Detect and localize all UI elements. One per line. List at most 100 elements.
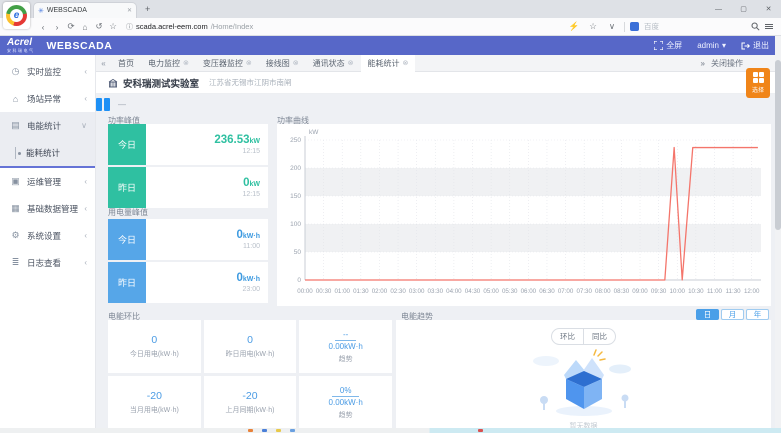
quick-select-button[interactable]: 选择 [746,68,770,98]
chevron-left-icon: ‹ [84,177,87,186]
back-icon[interactable]: ‹ [36,22,50,32]
sidebar-item-log-view[interactable]: ≣日志查看‹ [0,249,95,276]
monitor-icon: ◷ [10,66,21,77]
power_peak-card-今日: 今日236.53kW12:15 [108,124,268,165]
peak-period-badge: 昨日 [108,262,146,303]
sidebar-item-ops-management[interactable]: ▣运维管理‹ [0,168,95,195]
peak-time: 23:00 [242,286,260,293]
sidebar-item-label: 实时监控 [27,66,78,78]
ratio-cell-value: 0 [151,334,157,346]
peak-value-unit: kW [250,138,261,145]
y-tick-label: 50 [294,249,302,256]
ratio-cell-label: 当月用电(kW·h) [130,405,179,415]
tab-close-icon[interactable]: ⊗ [183,59,189,67]
close-button[interactable]: ✕ [756,0,781,18]
ratio-cell: 0%0.00kW·h趋势 [299,376,392,429]
peak-value-area: 236.53kW12:15 [146,124,268,165]
tab-close-icon[interactable]: ✕ [127,7,132,14]
sidebar-item-energy-statistics[interactable]: ▤电能统计∨ [0,112,95,139]
ratio-cell: -20当月用电(kW·h) [108,376,201,429]
energy_peak-card-昨日: 昨日0kW·h23:00 [108,262,268,303]
peak-value: 236.53kW [214,134,260,147]
forward-icon[interactable]: › [50,22,64,32]
url-field[interactable]: ⓘ scada.acrel-eem.com /Home/Index [126,22,567,32]
workspace-tab-变压器监控[interactable]: 变压器监控⊗ [196,55,259,72]
sidebar-item-realtime-monitor[interactable]: ◷实时监控‹ [0,58,95,85]
peak-value-area: 0kW·h11:00 [146,219,268,260]
bookmark-star-icon[interactable]: ☆ [106,21,120,32]
extension-bolt-icon[interactable]: ⚡ [567,21,581,32]
tab-close-icon[interactable]: ⊗ [293,59,299,67]
windows-taskbar[interactable] [0,428,781,433]
reload-icon[interactable]: ⟳ [64,21,78,32]
peak-period-badge: 今日 [108,219,146,260]
tree-collapse-dash[interactable]: — [118,100,126,109]
user-menu[interactable]: admin ▾ [697,41,726,50]
peak-value-area: 0kW·h23:00 [146,262,268,303]
workspace-tab-接线图[interactable]: 接线图⊗ [259,55,306,72]
maximize-button[interactable]: ▢ [731,0,756,18]
x-tick-label: 08:00 [595,288,611,295]
tree-node-icon[interactable] [104,98,110,111]
tabs-expand-icon[interactable]: » [701,59,705,68]
fullscreen-button[interactable]: 全屏 [654,40,682,51]
browser-tab[interactable]: ✳ WEBSCADA ✕ [33,2,137,18]
workspace-tab-电力监控[interactable]: 电力监控⊗ [141,55,196,72]
logout-button[interactable]: 退出 [741,40,769,51]
y-axis-unit: kW [309,129,319,136]
search-engine-label[interactable]: 百度 [644,21,659,32]
sidebar-subitem-energy-consumption[interactable]: 能耗统计 [0,139,95,166]
grid-icon [753,72,764,83]
tree-node-icon[interactable] [96,98,102,111]
x-tick-label: 04:30 [465,288,481,295]
workspace-tab-通讯状态[interactable]: 通讯状态⊗ [306,55,361,72]
sidebar-item-station-abnormal[interactable]: ⌂场站异常‹ [0,85,95,112]
home-icon[interactable]: ⌂ [78,22,92,32]
search-icon[interactable] [751,22,760,31]
new-tab-button[interactable]: + [145,4,150,14]
sidebar-item-label: 场站异常 [27,93,78,105]
sidebar-item-system-settings[interactable]: ⚙系统设置‹ [0,222,95,249]
workspace-tabbar: « 首页电力监控⊗变压器监控⊗接线图⊗通讯状态⊗能耗统计⊗ » 关闭操作 [96,55,781,72]
legend-item-环比[interactable]: 环比 [552,329,583,344]
close-operations-menu[interactable]: 关闭操作 [711,58,743,69]
main-content: « 首页电力监控⊗变压器监控⊗接线图⊗通讯状态⊗能耗统计⊗ » 关闭操作 安科瑞… [96,55,781,433]
chevron-down-icon[interactable]: ∨ [605,21,619,32]
x-tick-label: 12:00 [744,288,760,295]
trend-range-年[interactable]: 年 [746,309,769,320]
legend-item-同比[interactable]: 同比 [583,329,615,344]
sidebar-item-base-data[interactable]: ▦基础数据管理‹ [0,195,95,222]
trend-range-日[interactable]: 日 [696,309,719,320]
station-address: 江苏省无锡市江阴市南闸 [209,77,292,88]
station-name[interactable]: 安科瑞测试实验室 [123,76,199,90]
peak-period-badge: 今日 [108,124,146,165]
workspace-tab-能耗统计[interactable]: 能耗统计⊗ [361,55,416,72]
tab-close-icon[interactable]: ⊗ [246,59,252,67]
search-engine-icon[interactable] [630,22,639,31]
undo-icon[interactable]: ↺ [92,21,106,32]
sidebar-item-label: 日志查看 [27,257,78,269]
app-header: Acrel 安科瑞电气 WEBSCADA 全屏 admin ▾ 退出 [0,36,781,55]
workspace-tab-首页[interactable]: 首页 [111,55,141,72]
browser-logo[interactable]: e [3,2,30,29]
tabs-collapse-icon[interactable]: « [96,59,111,68]
favorite-star-icon[interactable]: ☆ [586,21,600,32]
empty-box-illustration [524,345,644,421]
workspace-tab-label: 电力监控 [148,58,180,69]
ratio-numerator: 0% [332,386,360,397]
tab-close-icon[interactable]: ⊗ [403,59,409,67]
page-scrollbar[interactable] [775,36,781,428]
y-tick-label: 250 [290,137,301,144]
energy-peak-title: 用电量峰值 [108,207,148,218]
energy_peak-card-今日: 今日0kW·h11:00 [108,219,268,260]
peak-value-number: 236.53 [214,134,249,146]
url-host: scada.acrel-eem.com [136,22,208,31]
scrollbar-thumb[interactable] [775,60,781,230]
minimize-button[interactable]: — [706,0,731,18]
chevron-left-icon: ‹ [84,231,87,240]
tab-close-icon[interactable]: ⊗ [348,59,354,67]
product-title: WEBSCADA [47,40,113,52]
trend-range-月[interactable]: 月 [721,309,744,320]
menu-icon[interactable] [765,24,773,29]
site-info-icon[interactable]: ⓘ [126,22,133,32]
